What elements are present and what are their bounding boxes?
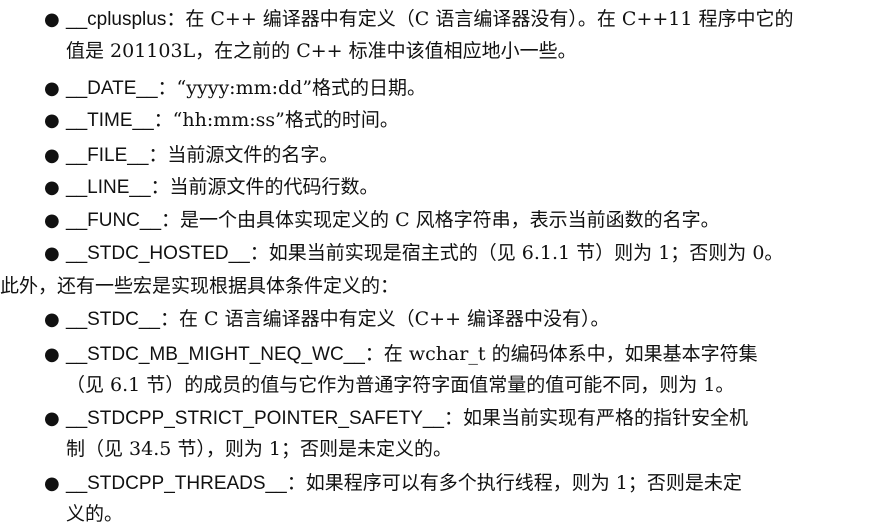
list-item: ● __STDCPP_THREADS__：如果程序可以有多个执行线程，则为 1；否… [44,470,742,497]
bullet: ● [44,145,60,166]
bullet: ● [44,210,60,231]
macro-description: ：如果程序可以有多个执行线程，则为 1；否则是未定 [286,472,742,494]
list-item: ● __FILE__：当前源文件的名字。 [44,142,338,169]
macro-description-continued: （见 6.1 节）的成员的值与它作为普通字符字面值常量的值可能不同，则为 1。 [66,374,735,396]
bullet: ● [44,9,60,30]
macro-description: ：在 C++ 编译器中有定义（C 语言编译器没有）。在 C++11 程序中它的 [166,8,794,30]
macro-name: __STDCPP_THREADS__ [66,473,287,494]
bullet: ● [44,309,60,330]
macro-description: ：如果当前实现有严格的指针安全机 [444,407,749,429]
list-item: ● __STDCPP_STRICT_POINTER_SAFETY__：如果当前实现… [44,405,748,432]
macro-description: ：当前源文件的代码行数。 [150,176,379,198]
bullet: ● [44,344,60,365]
macro-name: __STDCPP_STRICT_POINTER_SAFETY__ [66,408,444,429]
macro-description: ：“hh:mm:ss”格式的时间。 [153,109,399,131]
list-item: ● __LINE__：当前源文件的代码行数。 [44,174,379,201]
list-item: ● __DATE__：“yyyy:mm:dd”格式的日期。 [44,75,426,102]
bullet: ● [44,408,60,429]
macro-description: ：在 C 语言编译器中有定义（C++ 编译器中没有）。 [160,308,610,330]
macro-name: __TIME__ [66,110,154,131]
list-item: ● __STDC_MB_MIGHT_NEQ_WC__：在 wchar_t 的编码体… [44,341,758,368]
macro-name: __LINE__ [66,177,151,198]
macro-name: __FUNC__ [66,210,162,231]
bullet: ● [44,78,60,99]
macro-name: __cplusplus [66,9,167,30]
list-item-continuation: 义的。 [66,501,123,527]
macro-description-continued: 值是 201103L，在之前的 C++ 标准中该值相应地小一些。 [66,40,577,62]
bullet: ● [44,177,60,198]
macro-description: ：如果当前实现是宿主式的（见 6.1.1 节）则为 1；否则为 0。 [249,242,784,264]
list-item: ● __STDC_HOSTED__：如果当前实现是宿主式的（见 6.1.1 节）则… [44,240,783,267]
list-item: ● __TIME__：“hh:mm:ss”格式的时间。 [44,107,399,134]
macro-name: __FILE__ [66,145,149,166]
list-item-continuation: （见 6.1 节）的成员的值与它作为普通字符字面值常量的值可能不同，则为 1。 [66,372,734,398]
macro-name: __STDC_MB_MIGHT_NEQ_WC__ [66,344,365,365]
macro-name: __STDC__ [66,309,160,330]
macro-description: ：当前源文件的名字。 [148,144,339,166]
list-item: ● __cplusplus：在 C++ 编译器中有定义（C 语言编译器没有）。在 … [44,6,794,33]
macro-description-continued: 制（见 34.5 节），则为 1；否则是未定义的。 [66,438,453,460]
macro-description: ：在 wchar_t 的编码体系中，如果基本字符集 [364,343,758,365]
bullet: ● [44,110,60,131]
list-item: ● __STDC__：在 C 语言编译器中有定义（C++ 编译器中没有）。 [44,306,610,333]
macro-name: __STDC_HOSTED__ [66,243,250,264]
list-item-continuation: 值是 201103L，在之前的 C++ 标准中该值相应地小一些。 [66,38,577,64]
list-item: ● __FUNC__：是一个由具体实现定义的 C 风格字符串，表示当前函数的名字。 [44,207,720,234]
paragraph-intro: 此外，还有一些宏是实现根据具体条件定义的： [0,273,399,299]
list-item-continuation: 制（见 34.5 节），则为 1；否则是未定义的。 [66,436,452,462]
macro-description: ：“yyyy:mm:dd”格式的日期。 [157,77,427,99]
bullet: ● [44,473,60,494]
bullet: ● [44,243,60,264]
macro-description-continued: 义的。 [66,503,124,525]
macro-description: ：是一个由具体实现定义的 C 风格字符串，表示当前函数的名字。 [161,209,720,231]
intro-text: 此外，还有一些宏是实现根据具体条件定义的： [0,275,400,297]
document-page: ● __cplusplus：在 C++ 编译器中有定义（C 语言编译器没有）。在 … [0,0,870,532]
macro-name: __DATE__ [66,78,158,99]
